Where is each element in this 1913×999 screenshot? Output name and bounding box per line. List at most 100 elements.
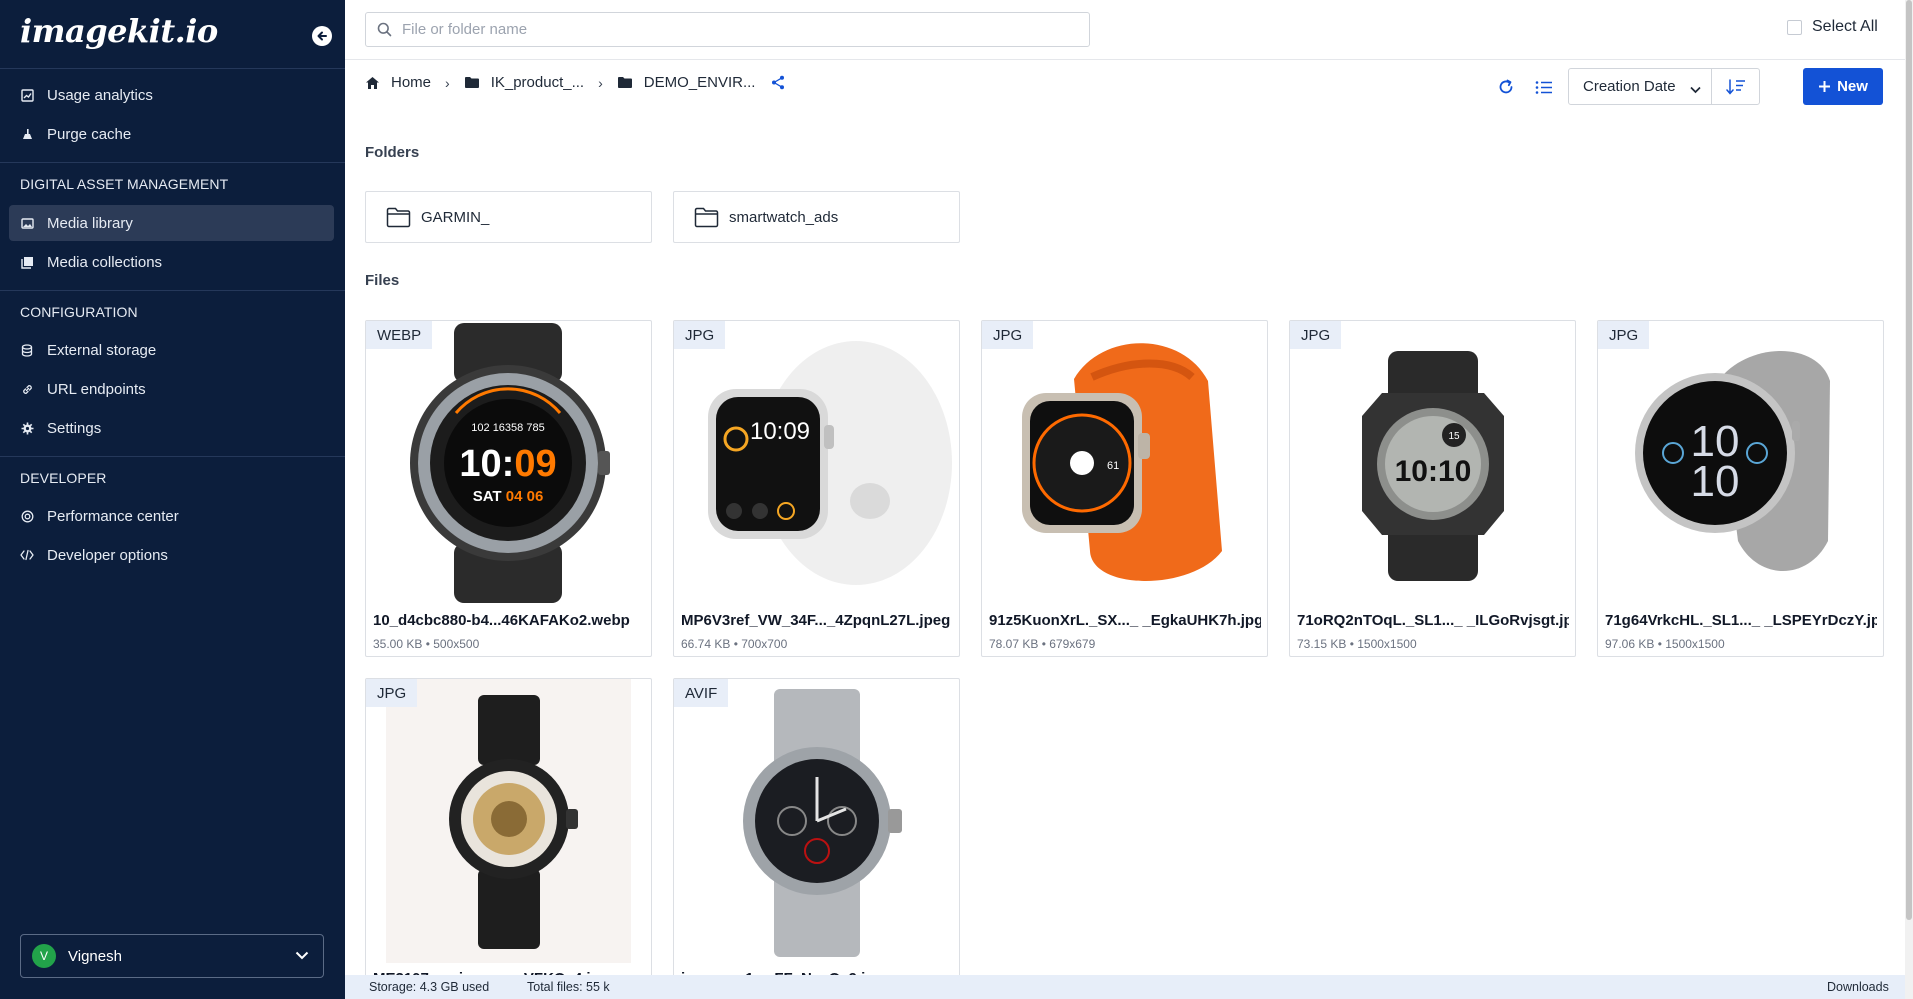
file-type-badge: JPG [366,679,418,707]
file-card[interactable]: WEBP 102 16358 785 10:09 SAT 04 06 10_d4… [365,320,652,657]
folder-card[interactable]: smartwatch_ads [673,191,960,243]
file-thumbnail: 10:10 15 [1290,321,1575,605]
total-files: Total files: 55 k [527,980,610,994]
folders-heading: Folders [365,144,420,161]
sort-by-select[interactable]: Creation Date [1568,68,1712,105]
breadcrumb-label: DEMO_ENVIR... [643,74,756,91]
file-meta: 97.06 KB • 1500x1500 [1605,637,1725,651]
sidebar-item-label: Settings [47,419,102,437]
sort-descending-icon [1725,78,1745,95]
file-thumbnail [366,679,651,963]
folder-icon [464,76,480,89]
svg-text:15: 15 [1448,431,1460,442]
sidebar-item-url-endpoints[interactable]: URL endpoints [9,371,334,407]
breadcrumb-current-folder[interactable]: DEMO_ENVIR... [617,74,756,91]
status-bar: Storage: 4.3 GB used Total files: 55 k D… [345,975,1905,999]
user-name: Vignesh [68,947,122,965]
folder-card[interactable]: GARMIN_ [365,191,652,243]
select-all-control[interactable]: Select All [1787,18,1878,36]
imagekit-logo[interactable]: imagekit.io [20,12,218,50]
search-input[interactable] [402,21,1062,38]
file-type-badge: JPG [674,321,726,349]
breadcrumb-home[interactable]: Home [365,74,431,91]
storage-usage: Storage: 4.3 GB used [369,980,490,994]
new-button[interactable]: New [1803,68,1883,105]
file-card[interactable]: JPG 61 91z5KuonXrL._SX..._ _EgkaUHK7h.jp… [981,320,1268,657]
gear-icon [20,421,34,435]
sidebar-item-media-library[interactable]: Media library [9,205,334,241]
image-icon [20,216,34,230]
svg-text:10:09: 10:09 [459,443,556,485]
divider [0,162,345,163]
home-icon [365,76,380,90]
refresh-icon [1499,79,1513,94]
sidebar-item-label: Developer options [47,546,168,564]
scrollbar-thumb[interactable] [1906,0,1912,920]
select-all-label: Select All [1812,18,1878,35]
file-thumbnail: 102 16358 785 10:09 SAT 04 06 [366,321,651,605]
sidebar-item-label: External storage [47,341,157,359]
breadcrumb-label: Home [391,74,432,91]
file-name: 10_d4cbc880-b4...46KAFAKo2.webp [373,612,630,629]
downloads-link[interactable]: Downloads [1827,980,1889,994]
svg-text:102 16358 785: 102 16358 785 [471,422,544,434]
sidebar-item-purge-cache[interactable]: Purge cache [9,116,334,152]
file-card[interactable]: JPG 10:10 15 71oRQ2nTOqL._SL1..._ _ILGoR… [1289,320,1576,657]
file-card[interactable]: JPG 10 10 71g64VrkcHL._SL1..._ _LSPEYrDc… [1597,320,1884,657]
sidebar-item-label: Performance center [47,507,179,525]
chart-icon [20,88,34,102]
avatar: V [32,944,56,968]
refresh-button[interactable] [1493,74,1519,100]
sidebar-item-settings[interactable]: Settings [9,410,334,446]
file-type-badge: AVIF [674,679,729,707]
sidebar-item-developer-options[interactable]: Developer options [9,537,334,573]
chevron-down-icon [295,947,309,965]
sidebar-item-media-collections[interactable]: Media collections [9,244,334,280]
svg-text:10:09: 10:09 [750,418,810,445]
new-button-label: New [1837,78,1868,95]
collapse-sidebar-button[interactable] [312,26,332,46]
breadcrumb: Home › IK_product_... › DEMO_ENVIR... [365,74,785,91]
folder-icon [617,76,633,89]
file-card[interactable]: AVIF image_...1a...FFaNeeOa9.jpg [673,678,960,978]
file-type-badge: JPG [982,321,1034,349]
breadcrumb-folder[interactable]: IK_product_... [464,74,584,91]
file-name: MP6V3ref_VW_34F..._4ZpqnL27L.jpeg [681,612,951,629]
share-icon[interactable] [771,75,785,90]
file-card[interactable]: JPG ME3107_main_amo...VFKOe4.jpeg [365,678,652,978]
sidebar-item-usage-analytics[interactable]: Usage analytics [9,77,334,113]
file-card[interactable]: JPG 10:09 MP6V3ref_VW_34F..._4ZpqnL27L.j… [673,320,960,657]
toolbar: Home › IK_product_... › DEMO_ENVIR... Cr… [345,60,1905,115]
file-thumbnail: 10:09 [674,321,959,605]
file-thumbnail [674,679,959,963]
section-heading: DEVELOPER [20,470,107,486]
file-name: 71g64VrkcHL._SL1..._ _LSPEYrDczY.jpg [1605,612,1877,629]
svg-text:10: 10 [1691,457,1740,506]
file-type-badge: WEBP [366,321,433,349]
svg-text:61: 61 [1107,460,1119,472]
search-box[interactable] [365,12,1090,47]
select-all-checkbox[interactable] [1787,19,1802,35]
sort-direction-button[interactable] [1711,68,1760,105]
folder-name: GARMIN_ [421,208,490,226]
file-type-badge: JPG [1290,321,1342,349]
file-name: 91z5KuonXrL._SX..._ _EgkaUHK7h.jpg [989,612,1261,629]
user-account-dropdown[interactable]: V Vignesh [20,934,324,978]
chevron-right-icon: › [445,74,450,91]
folder-outline-icon [386,207,411,228]
sidebar-item-performance-center[interactable]: Performance center [9,498,334,534]
sidebar-item-external-storage[interactable]: External storage [9,332,334,368]
svg-text:10:10: 10:10 [1395,455,1472,488]
plus-icon [1818,80,1831,93]
chevron-down-icon [1690,81,1701,98]
section-heading: DIGITAL ASSET MANAGEMENT [20,176,229,192]
file-meta: 35.00 KB • 500x500 [373,637,480,651]
search-icon [377,22,392,37]
file-thumbnail: 61 [982,321,1267,605]
section-heading: CONFIGURATION [20,304,138,320]
list-view-button[interactable] [1531,74,1557,100]
files-heading: Files [365,272,400,289]
database-icon [20,343,34,357]
sidebar: imagekit.io Usage analytics Purge cache … [0,0,345,999]
arrow-left-icon [317,31,327,41]
